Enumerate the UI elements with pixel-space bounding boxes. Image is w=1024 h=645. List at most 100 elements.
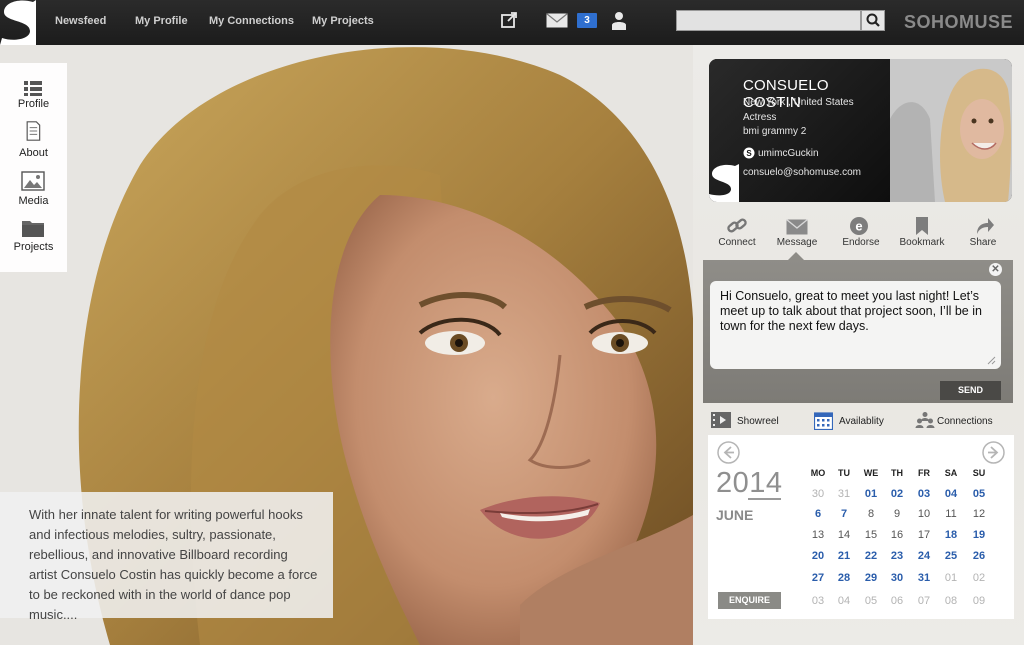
svg-text:S: S (746, 149, 752, 158)
send-button[interactable]: SEND (940, 381, 1001, 400)
top-bar: Newsfeed My Profile My Connections My Pr… (0, 0, 1024, 45)
calendar-day: 04 (837, 595, 851, 607)
calendar-day: 30 (811, 488, 825, 500)
endorse-label[interactable]: Endorse (831, 237, 891, 248)
sidenav-item-media[interactable]: Media (0, 169, 67, 209)
nav-my-connections[interactable]: My Connections (209, 15, 294, 27)
next-month-icon[interactable] (982, 441, 1005, 464)
calendar-day: 06 (890, 595, 904, 607)
weekday-header: TH (891, 468, 903, 478)
calendar-day[interactable]: 05 (966, 488, 992, 500)
share-label[interactable]: Share (953, 237, 1013, 248)
calendar-day[interactable]: 03 (911, 488, 937, 500)
search-button[interactable] (861, 10, 885, 31)
calendar-day[interactable]: 22 (858, 550, 884, 562)
message-count-badge[interactable]: 3 (577, 13, 597, 28)
message-textarea[interactable]: Hi Consuelo, great to meet you last nigh… (710, 281, 1001, 369)
calendar-day[interactable]: 7 (831, 508, 857, 520)
profile-photo (890, 59, 1012, 202)
calendar-day[interactable]: 18 (938, 529, 964, 541)
weekday-header: WE (863, 468, 879, 478)
weekday-header: FR (918, 468, 930, 478)
calendar-day[interactable]: 12 (966, 508, 992, 520)
calendar-day[interactable]: 21 (831, 550, 857, 562)
calendar-day[interactable]: 20 (805, 550, 831, 562)
film-icon (711, 412, 731, 428)
nav-my-projects[interactable]: My Projects (312, 15, 374, 27)
calendar-day[interactable]: 11 (938, 508, 964, 520)
profile-card-info: CONSUELO COSTIN New York , United States… (709, 59, 890, 202)
sohomuse-logo-icon[interactable] (0, 0, 40, 45)
endorse-button[interactable]: e (831, 216, 887, 236)
search-input[interactable] (676, 10, 861, 31)
skype-icon: S (743, 147, 755, 159)
calendar-day[interactable]: 02 (884, 488, 910, 500)
sidenav-label-profile: Profile (17, 98, 50, 110)
weekday-header: TU (838, 468, 850, 478)
message-button[interactable] (769, 216, 825, 235)
mail-icon[interactable] (546, 13, 568, 28)
profile-email[interactable]: consuelo@sohomuse.com (743, 167, 861, 178)
weekday-header: SA (944, 468, 958, 478)
calendar-day[interactable]: 24 (911, 550, 937, 562)
calendar-day[interactable]: 23 (884, 550, 910, 562)
sidenav-item-projects[interactable]: Projects (0, 216, 67, 256)
calendar-day[interactable]: 16 (884, 529, 910, 541)
calendar-day[interactable]: 9 (884, 508, 910, 520)
side-nav: Profile About Media Projects (0, 63, 67, 272)
calendar-day[interactable]: 01 (858, 488, 884, 500)
calendar-day[interactable]: 17 (911, 529, 937, 541)
connect-button[interactable] (709, 216, 765, 236)
calendar-day[interactable]: 26 (966, 550, 992, 562)
user-icon[interactable] (612, 11, 626, 30)
previous-month-icon[interactable] (717, 441, 740, 464)
brand-name: SOHOMUSE (904, 12, 1014, 32)
bookmark-icon (916, 217, 928, 235)
calendar-day[interactable]: 30 (884, 572, 910, 584)
enquire-button[interactable]: ENQUIRE (718, 592, 781, 609)
profile-role: Actress (743, 112, 777, 123)
calendar-day[interactable]: 8 (858, 508, 884, 520)
calendar-day: 09 (972, 595, 986, 607)
calendar-day: 05 (864, 595, 878, 607)
connect-label[interactable]: Connect (707, 237, 767, 248)
close-icon[interactable]: ✕ (989, 263, 1002, 276)
nav-my-profile[interactable]: My Profile (135, 15, 188, 27)
calendar-day[interactable]: 25 (938, 550, 964, 562)
calendar-day[interactable]: 31 (911, 572, 937, 584)
sidenav-label-projects: Projects (13, 241, 54, 253)
calendar-day[interactable]: 6 (805, 508, 831, 520)
calendar-day[interactable]: 14 (831, 529, 857, 541)
sidenav-label-media: Media (18, 195, 49, 207)
calendar-day: 07 (917, 595, 931, 607)
calendar-day: 02 (972, 572, 986, 584)
share-button[interactable] (957, 216, 1013, 235)
calendar-day[interactable]: 15 (858, 529, 884, 541)
calendar-day[interactable]: 19 (966, 529, 992, 541)
calendar-day[interactable]: 27 (805, 572, 831, 584)
search-icon (866, 13, 880, 27)
calendar-day[interactable]: 28 (831, 572, 857, 584)
profile-skype[interactable]: umimcGuckin (758, 148, 819, 159)
resize-handle-icon[interactable] (987, 356, 996, 365)
calendar-month: JUNE (716, 507, 754, 523)
calendar-icon (814, 412, 833, 430)
calendar-day[interactable]: 13 (805, 529, 831, 541)
envelope-icon (786, 219, 808, 235)
nav-newsfeed[interactable]: Newsfeed (55, 15, 106, 27)
sidenav-item-profile[interactable]: Profile (0, 75, 67, 113)
profile-award: bmi grammy 2 (743, 126, 807, 137)
calendar-day[interactable]: 04 (938, 488, 964, 500)
calendar-day[interactable]: 10 (911, 508, 937, 520)
calendar-day: 31 (837, 488, 851, 500)
calendar-day[interactable]: 29 (858, 572, 884, 584)
sidenav-item-about[interactable]: About (0, 121, 67, 161)
list-icon (24, 81, 42, 96)
calendar-day: 03 (811, 595, 825, 607)
bookmark-label[interactable]: Bookmark (892, 237, 952, 248)
document-icon (26, 121, 41, 141)
image-icon (21, 171, 45, 191)
external-link-icon[interactable] (500, 11, 518, 29)
message-label[interactable]: Message (767, 237, 827, 248)
bookmark-button[interactable] (894, 216, 950, 235)
